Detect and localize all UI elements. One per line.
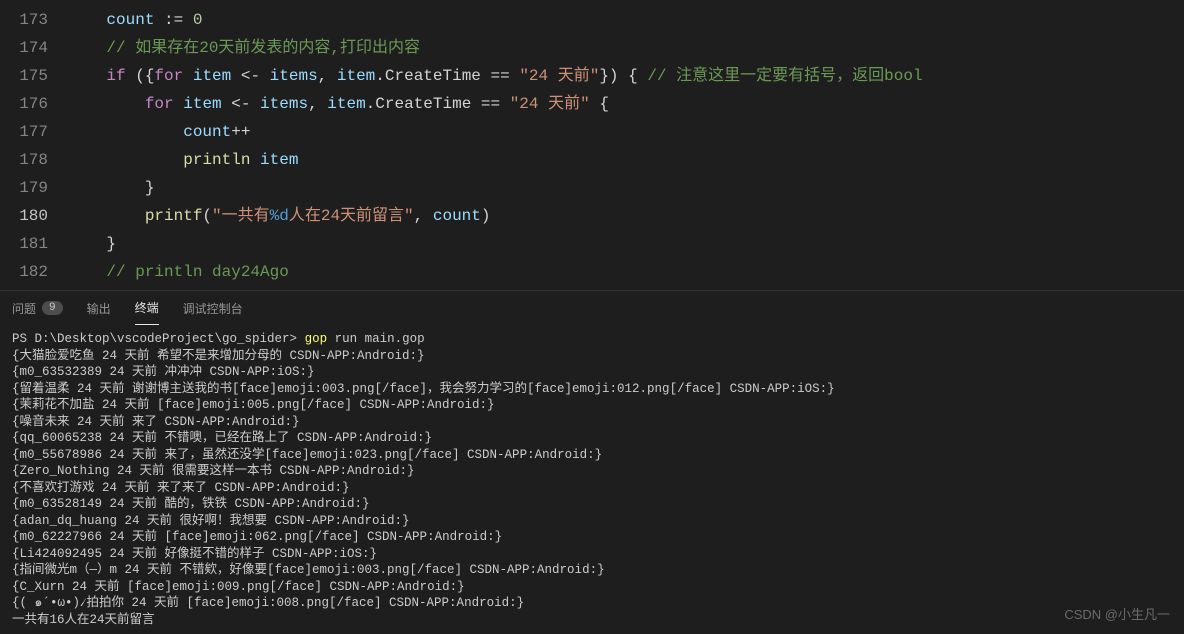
terminal-line: {C_Xurn 24 天前 [face]emoji:009.png[/face]…: [12, 579, 1172, 596]
line-number: 180: [0, 202, 48, 230]
problems-badge: 9: [42, 301, 63, 315]
line-gutter: 173174175176177178179180181182: [0, 0, 68, 290]
terminal-line: {Li424092495 24 天前 好像挺不错的样子 CSDN-APP:iOS…: [12, 546, 1172, 563]
tab-terminal[interactable]: 终端: [135, 291, 159, 325]
terminal-line: {m0_63528149 24 天前 酷的，铁铁 CSDN-APP:Androi…: [12, 496, 1172, 513]
terminal-panel[interactable]: PS D:\Desktop\vscodeProject\go_spider> g…: [0, 325, 1184, 634]
terminal-line: 一共有16人在24天前留言: [12, 612, 1172, 629]
terminal-line: {( ๑´•ω•)৴拍拍你 24 天前 [face]emoji:008.png[…: [12, 595, 1172, 612]
code-line[interactable]: }: [68, 174, 1184, 202]
code-line[interactable]: count++: [68, 118, 1184, 146]
line-number: 181: [0, 230, 48, 258]
tab-label: 终端: [135, 299, 159, 316]
terminal-line: {不喜欢打游戏 24 天前 来了来了 CSDN-APP:Android:}: [12, 480, 1172, 497]
code-line[interactable]: println item: [68, 146, 1184, 174]
tab-problems[interactable]: 问题 9: [12, 292, 63, 325]
tab-label: 输出: [87, 300, 111, 317]
code-content[interactable]: count := 0 // 如果存在20天前发表的内容,打印出内容 if ({f…: [68, 0, 1184, 290]
line-number: 176: [0, 90, 48, 118]
code-line[interactable]: count := 0: [68, 6, 1184, 34]
terminal-line: {m0_62227966 24 天前 [face]emoji:062.png[/…: [12, 529, 1172, 546]
terminal-line: {留着温柔 24 天前 谢谢博主送我的书[face]emoji:003.png[…: [12, 381, 1172, 398]
line-number: 177: [0, 118, 48, 146]
tab-output[interactable]: 输出: [87, 292, 111, 325]
code-line[interactable]: }: [68, 230, 1184, 258]
code-line[interactable]: // 如果存在20天前发表的内容,打印出内容: [68, 34, 1184, 62]
line-number: 179: [0, 174, 48, 202]
terminal-line: {茉莉花不加盐 24 天前 [face]emoji:005.png[/face]…: [12, 397, 1172, 414]
line-number: 173: [0, 6, 48, 34]
line-number: 174: [0, 34, 48, 62]
terminal-line: {大猫脸爱吃鱼 24 天前 希望不是来增加分母的 CSDN-APP:Androi…: [12, 348, 1172, 365]
code-line[interactable]: printf("一共有%d人在24天前留言", count): [68, 202, 1184, 230]
code-line[interactable]: if ({for item <- items, item.CreateTime …: [68, 62, 1184, 90]
tab-label: 问题: [12, 300, 36, 317]
terminal-line: {m0_63532389 24 天前 冲冲冲 CSDN-APP:iOS:}: [12, 364, 1172, 381]
terminal-line: {噪音未来 24 天前 来了 CSDN-APP:Android:}: [12, 414, 1172, 431]
terminal-line: {m0_55678986 24 天前 来了，虽然还没学[face]emoji:0…: [12, 447, 1172, 464]
line-number: 182: [0, 258, 48, 286]
tab-label: 调试控制台: [183, 300, 243, 317]
terminal-line: {qq_60065238 24 天前 不错噢，已经在路上了 CSDN-APP:A…: [12, 430, 1172, 447]
terminal-line: {adan_dq_huang 24 天前 很好啊！我想要 CSDN-APP:An…: [12, 513, 1172, 530]
terminal-line: {指间微光m（—）m 24 天前 不错欸，好像要[face]emoji:003.…: [12, 562, 1172, 579]
code-editor[interactable]: 173174175176177178179180181182 count := …: [0, 0, 1184, 290]
tab-debug-console[interactable]: 调试控制台: [183, 292, 243, 325]
terminal-prompt-line: PS D:\Desktop\vscodeProject\go_spider> g…: [12, 331, 1172, 348]
line-number: 178: [0, 146, 48, 174]
line-number: 175: [0, 62, 48, 90]
code-line[interactable]: // println day24Ago: [68, 258, 1184, 286]
code-line[interactable]: for item <- items, item.CreateTime == "2…: [68, 90, 1184, 118]
panel-tabs: 问题 9 输出 终端 调试控制台: [0, 290, 1184, 325]
terminal-line: {Zero_Nothing 24 天前 很需要这样一本书 CSDN-APP:An…: [12, 463, 1172, 480]
watermark: CSDN @小生凡一: [1064, 604, 1170, 623]
